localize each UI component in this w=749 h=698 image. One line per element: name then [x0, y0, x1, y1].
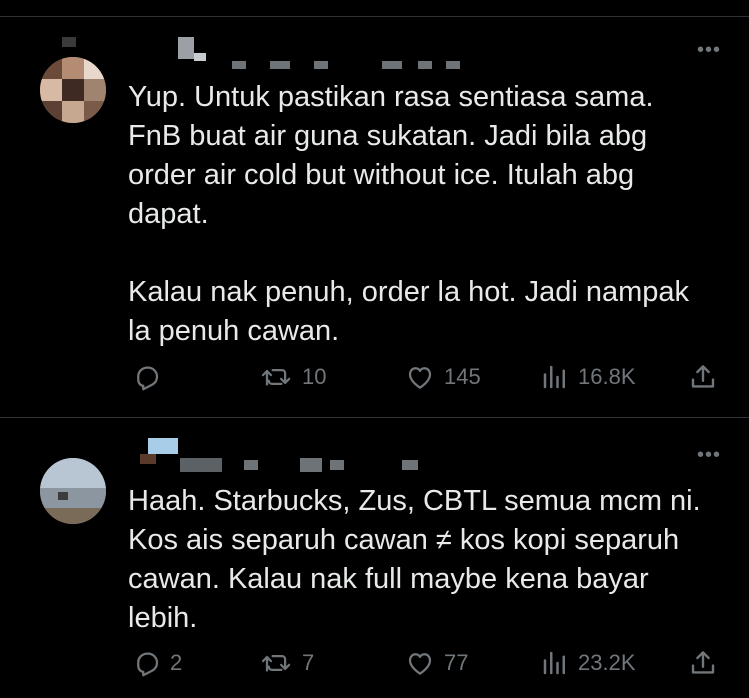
share-button[interactable]: [688, 359, 718, 395]
view-count: 16.8K: [578, 364, 636, 389]
tweet-actions: 2 7 77 23.2K: [128, 645, 728, 681]
like-count: 77: [444, 650, 469, 675]
tweet-actions: 10 145 16.8K: [128, 359, 728, 395]
avatar[interactable]: [40, 57, 106, 123]
like-button[interactable]: 77: [404, 645, 468, 681]
like-count: 145: [444, 364, 481, 389]
reply-count: 2: [170, 650, 183, 675]
like-icon: [408, 367, 432, 389]
retweet-count: 10: [302, 364, 327, 389]
tweet-text: Yup. Untuk pastikan rasa sentiasa sama. …: [128, 81, 690, 347]
share-icon: [691, 651, 715, 674]
retweet-icon: [261, 655, 291, 672]
retweet-button[interactable]: 7: [260, 645, 314, 681]
views-icon: [543, 365, 565, 389]
share-icon: [691, 365, 715, 388]
avatar[interactable]: [40, 458, 106, 524]
more-icon[interactable]: •••: [697, 444, 721, 467]
tweet-1[interactable]: ••• Yup. Untuk pastikan rasa sentiasa sa…: [0, 17, 749, 417]
retweet-count: 7: [302, 650, 315, 675]
reply-button[interactable]: [132, 359, 170, 395]
reply-button[interactable]: 2: [132, 645, 182, 681]
view-count: 23.2K: [578, 650, 636, 675]
views-button[interactable]: 16.8K: [540, 359, 636, 395]
like-icon: [408, 653, 432, 675]
reply-icon: [137, 652, 159, 677]
reply-icon: [137, 366, 159, 391]
retweet-button[interactable]: 10: [260, 359, 326, 395]
more-icon[interactable]: •••: [697, 39, 721, 62]
like-button[interactable]: 145: [404, 359, 481, 395]
retweet-icon: [261, 369, 291, 386]
share-button[interactable]: [688, 645, 718, 681]
views-icon: [543, 651, 565, 675]
views-button[interactable]: 23.2K: [540, 645, 636, 681]
tweet-text: Haah. Starbucks, Zus, CBTL semua mcm ni.…: [128, 485, 701, 634]
tweet-2[interactable]: ••• Haah. Starbucks, Zus, CBTL semua mcm…: [0, 418, 749, 698]
